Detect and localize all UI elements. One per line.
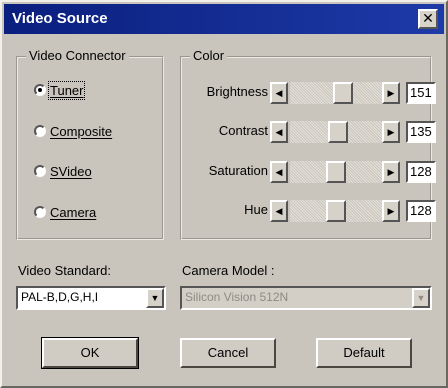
camera-model-value: Silicon Vision 512N	[185, 290, 289, 304]
radio-camera-indicator[interactable]	[34, 206, 46, 218]
radio-svideo-indicator[interactable]	[34, 165, 46, 177]
contrast-slider-thumb[interactable]	[328, 121, 348, 143]
arrow-right-icon: ▶	[387, 167, 395, 177]
camera-model-select[interactable]: Silicon Vision 512N ▼	[180, 286, 432, 310]
hue-decrease-button[interactable]: ◀	[270, 200, 288, 222]
color-row-contrast: Contrast ◀ ▶ 135	[182, 119, 436, 145]
brightness-increase-button[interactable]: ▶	[382, 82, 400, 104]
arrow-left-icon: ◀	[275, 88, 283, 98]
brightness-label: Brightness	[206, 84, 268, 99]
close-button[interactable]: ✕	[418, 9, 438, 29]
video-standard-label: Video Standard:	[18, 263, 111, 278]
color-group: Color Brightness ◀ ▶ 151 Contrast ◀ ▶ 135 Satura…	[180, 48, 436, 240]
hue-increase-button[interactable]: ▶	[382, 200, 400, 222]
video-connector-legend: Video Connector	[26, 48, 129, 63]
video-standard-select[interactable]: PAL-B,D,G,H,I ▼	[16, 286, 166, 310]
contrast-slider-track[interactable]	[290, 121, 382, 143]
brightness-decrease-button[interactable]: ◀	[270, 82, 288, 104]
saturation-increase-button[interactable]: ▶	[382, 161, 400, 183]
ok-button[interactable]: OK	[41, 337, 139, 369]
saturation-slider-thumb[interactable]	[326, 161, 346, 183]
saturation-value-field[interactable]: 128	[406, 161, 436, 183]
video-source-dialog: Video Source ✕ Video Connector Tuner Com…	[0, 0, 448, 388]
radio-tuner[interactable]: Tuner	[34, 80, 86, 100]
arrow-left-icon: ◀	[275, 206, 283, 216]
brightness-value-field[interactable]: 151	[406, 82, 436, 104]
chevron-down-icon: ▼	[150, 293, 160, 303]
color-row-hue: Hue ◀ ▶ 128	[182, 198, 436, 224]
radio-svideo[interactable]: SVideo	[34, 161, 92, 181]
contrast-label: Contrast	[218, 123, 268, 138]
radio-tuner-indicator[interactable]	[34, 84, 46, 96]
hue-value-field[interactable]: 128	[406, 200, 436, 222]
video-standard-dropdown-button[interactable]: ▼	[146, 288, 164, 308]
arrow-left-icon: ◀	[275, 127, 283, 137]
title-bar[interactable]: Video Source ✕	[4, 4, 444, 34]
video-standard-value: PAL-B,D,G,H,I	[21, 290, 99, 304]
contrast-increase-button[interactable]: ▶	[382, 121, 400, 143]
radio-svideo-label[interactable]: SVideo	[50, 164, 92, 179]
camera-model-label: Camera Model :	[182, 263, 275, 278]
cancel-button[interactable]: Cancel	[180, 338, 276, 368]
radio-camera[interactable]: Camera	[34, 202, 96, 222]
brightness-slider-track[interactable]	[290, 82, 382, 104]
contrast-value-field[interactable]: 135	[406, 121, 436, 143]
radio-composite-label[interactable]: Composite	[50, 124, 112, 139]
radio-composite-indicator[interactable]	[34, 125, 46, 137]
chevron-down-icon: ▼	[416, 293, 426, 303]
brightness-slider-thumb[interactable]	[333, 82, 353, 104]
hue-label: Hue	[244, 202, 268, 217]
arrow-right-icon: ▶	[387, 206, 395, 216]
saturation-decrease-button[interactable]: ◀	[270, 161, 288, 183]
saturation-slider-track[interactable]	[290, 161, 382, 183]
color-row-brightness: Brightness ◀ ▶ 151	[182, 80, 436, 106]
color-legend: Color	[190, 48, 228, 63]
camera-model-dropdown-button[interactable]: ▼	[412, 288, 430, 308]
contrast-decrease-button[interactable]: ◀	[270, 121, 288, 143]
arrow-left-icon: ◀	[275, 167, 283, 177]
arrow-right-icon: ▶	[387, 88, 395, 98]
close-icon: ✕	[422, 10, 434, 26]
window-title: Video Source	[12, 10, 108, 27]
hue-slider-thumb[interactable]	[326, 200, 346, 222]
default-button[interactable]: Default	[316, 338, 412, 368]
radio-composite[interactable]: Composite	[34, 121, 112, 141]
hue-slider-track[interactable]	[290, 200, 382, 222]
color-row-saturation: Saturation ◀ ▶ 128	[182, 159, 436, 185]
arrow-right-icon: ▶	[387, 127, 395, 137]
radio-tuner-label[interactable]: Tuner	[47, 80, 86, 100]
video-connector-group: Video Connector Tuner Composite SVideo C…	[16, 48, 164, 240]
saturation-label: Saturation	[208, 163, 268, 178]
radio-camera-label[interactable]: Camera	[50, 205, 96, 220]
